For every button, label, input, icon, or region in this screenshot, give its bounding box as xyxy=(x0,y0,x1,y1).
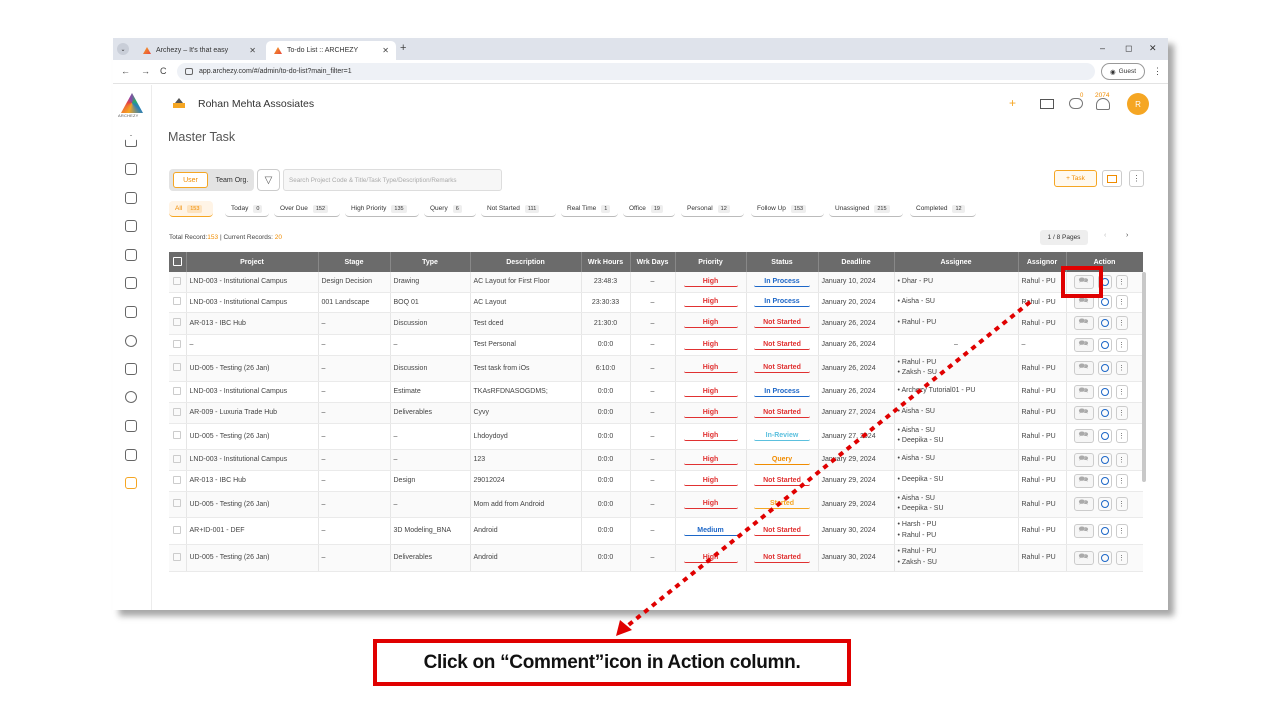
annotation-arrow xyxy=(616,300,1032,636)
instruction-callout: Click on “Comment” icon in Action column… xyxy=(373,639,851,686)
callout-prefix: Click on xyxy=(423,651,496,673)
comment-highlight-box xyxy=(1061,266,1103,298)
callout-suffix: icon in Action column. xyxy=(604,651,801,673)
callout-emphasis: “Comment” xyxy=(500,651,604,673)
tutorial-slide: ⌄ Archezy – It's that easy ✕ To-do List … xyxy=(0,0,1280,720)
